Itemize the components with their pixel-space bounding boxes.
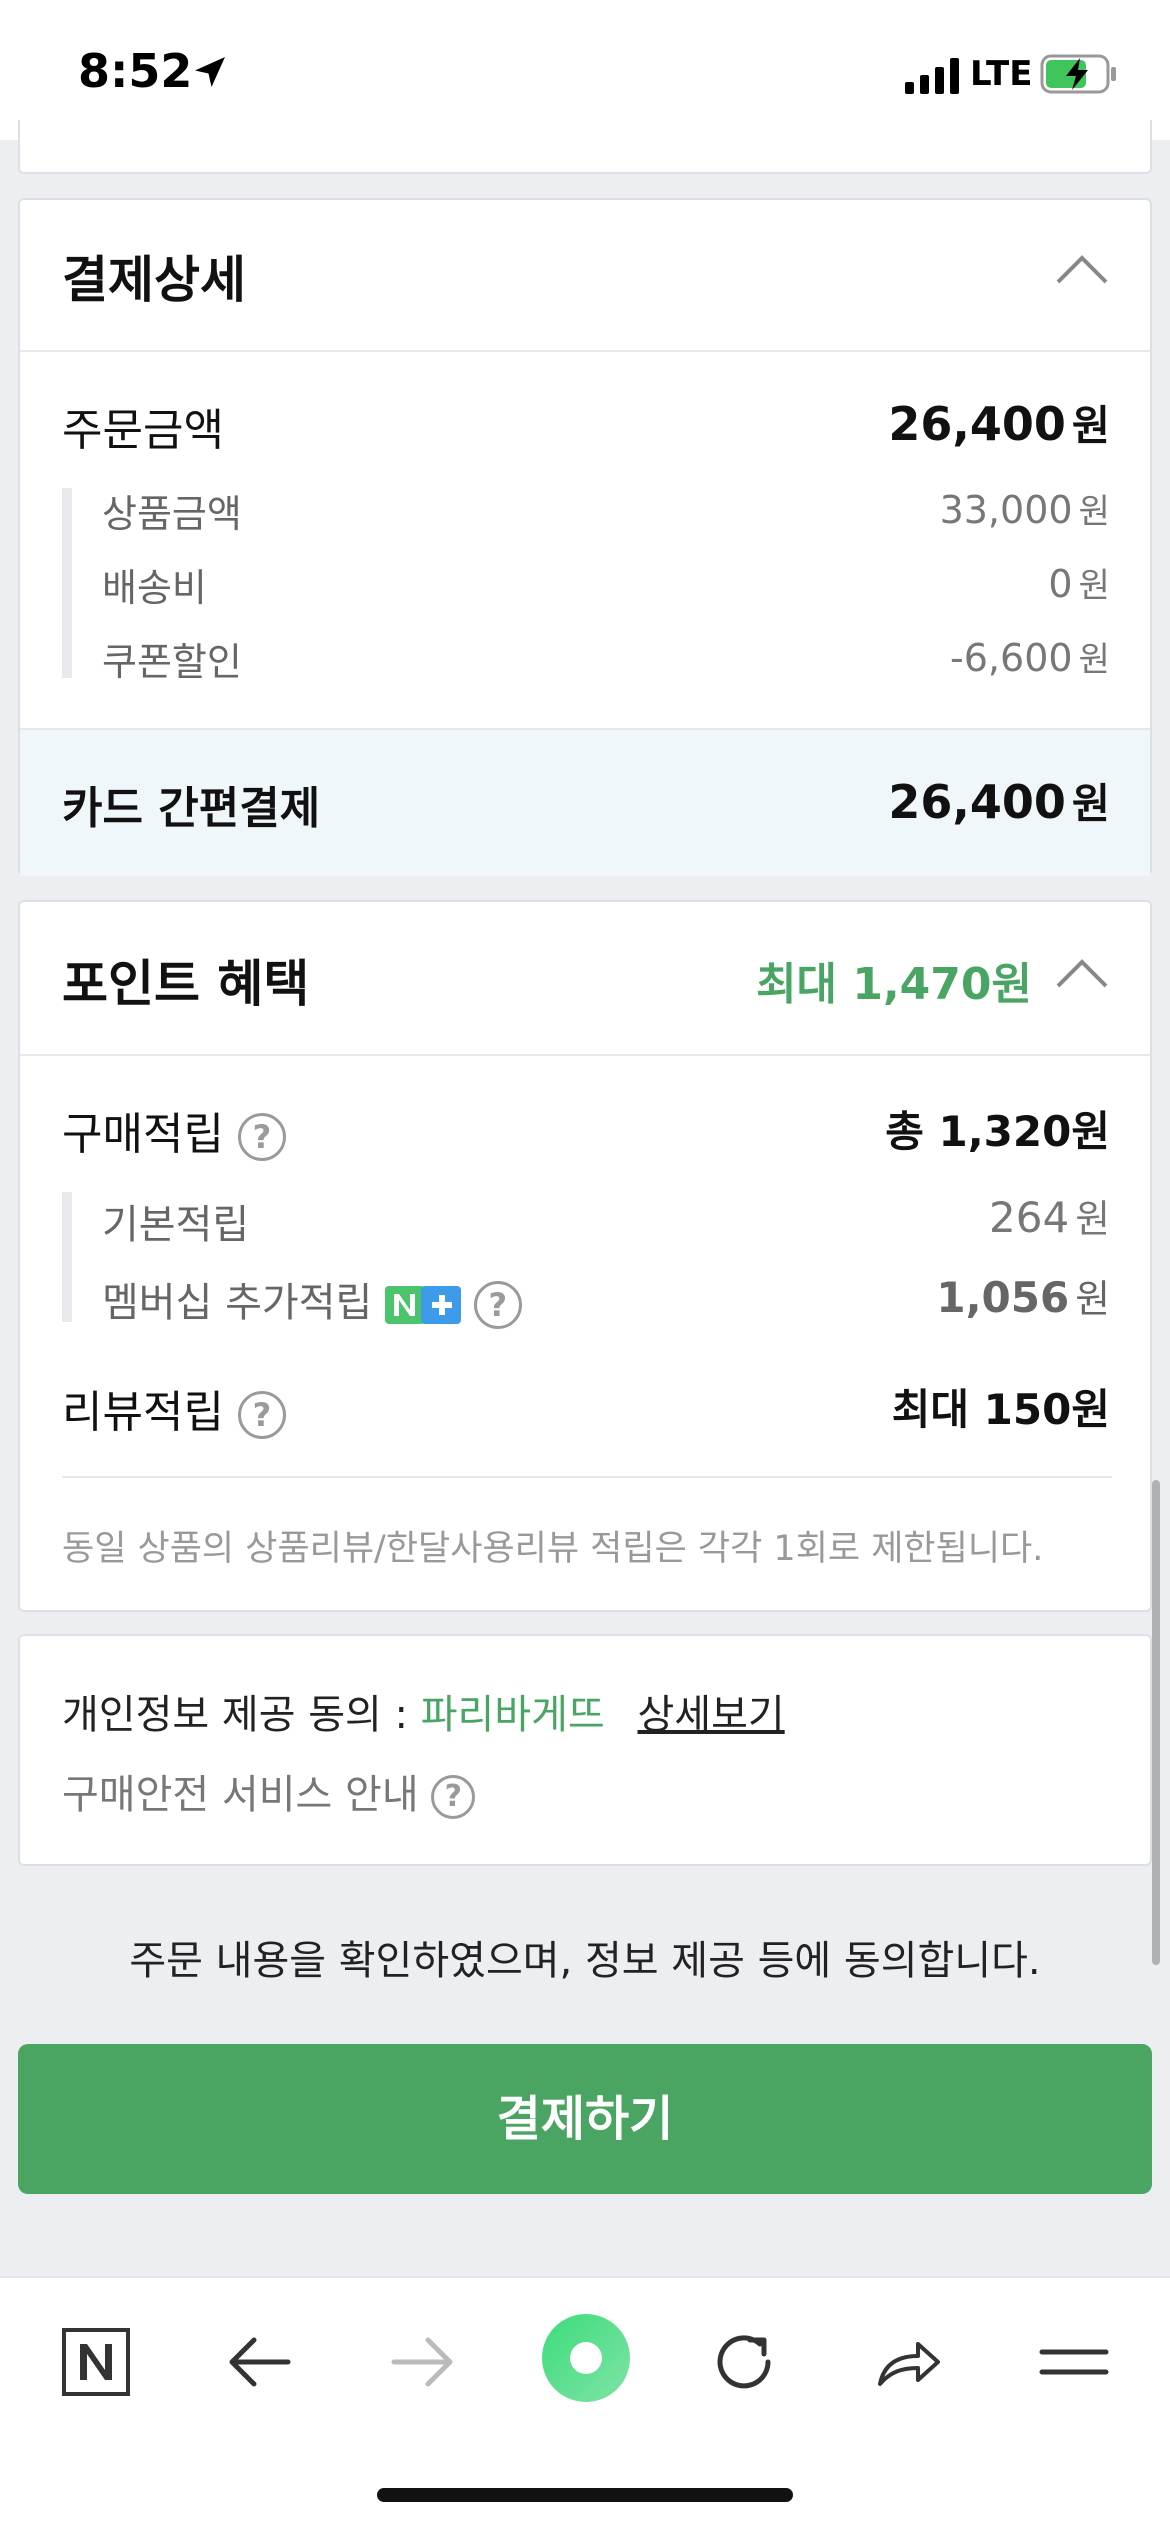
status-bar: 8:52 LTE [0, 0, 1170, 140]
review-point-label: 리뷰적립 ? [62, 1376, 286, 1440]
divider [62, 1476, 1112, 1478]
back-arrow-icon[interactable] [220, 2322, 300, 2402]
detail-link[interactable]: 상세보기 [637, 1692, 784, 1738]
point-benefit-card: 포인트 혜택 최대 1,470원 구매적립 ? 총 1,320원 기본적립 26… [18, 900, 1152, 1612]
scrollbar[interactable] [1152, 1480, 1160, 1965]
privacy-consent-row: 개인정보 제공 동의 : 파리바게뜨 상세보기 [62, 1682, 785, 1740]
seller-name: 파리바게뜨 [420, 1692, 605, 1738]
review-note: 동일 상품의 상품리뷰/한달사용리뷰 적립은 각각 1회로 제한됩니다. [62, 1529, 1044, 1569]
review-point-text: 리뷰적립 [62, 1387, 224, 1438]
naver-plus-badge-icon [385, 1286, 462, 1324]
green-dot-icon[interactable] [540, 2312, 632, 2404]
order-amount-value: 26,400 원 [888, 397, 1110, 451]
forward-arrow-icon[interactable] [382, 2322, 462, 2402]
item-label-coupon: 쿠폰할인 [102, 640, 242, 684]
clock: 8:52 [78, 44, 193, 98]
max-point-label: 최대 1,470원 [756, 959, 1032, 1010]
item-label-shipping: 배송비 [102, 566, 207, 610]
home-indicator [377, 2488, 793, 2502]
privacy-consent-label: 개인정보 제공 동의 : [62, 1692, 409, 1738]
purchase-point-text: 구매적립 [62, 1109, 224, 1160]
help-icon[interactable]: ? [237, 1113, 286, 1161]
share-icon[interactable] [868, 2322, 948, 2402]
reload-icon[interactable] [706, 2322, 786, 2402]
payment-method-row: 카드 간편결제 26,400 원 [20, 728, 1150, 876]
menu-icon[interactable] [1034, 2322, 1114, 2402]
divider [20, 1054, 1150, 1056]
location-arrow-icon [195, 57, 225, 87]
safety-service-row[interactable]: 구매안전 서비스 안내 ? [62, 1762, 476, 1820]
item-label-product: 상품금액 [102, 492, 242, 536]
network-label: LTE [970, 54, 1033, 94]
payment-detail-card: 결제상세 주문금액 26,400 원 상품금액 33,000 원 배송비 0원 쿠폰… [18, 198, 1152, 876]
chevron-up-icon[interactable] [1054, 252, 1110, 286]
item-value-shipping: 0원 [1048, 562, 1110, 606]
chevron-up-icon[interactable] [1054, 956, 1110, 990]
membership-point-label: 멤버십 추가적립 ? [102, 1270, 522, 1329]
payment-method-value: 26,400 원 [888, 775, 1110, 829]
help-icon[interactable]: ? [431, 1775, 476, 1819]
privacy-card: 개인정보 제공 동의 : 파리바게뜨 상세보기 구매안전 서비스 안내 ? [18, 1634, 1152, 1866]
basic-point-label: 기본적립 [102, 1202, 250, 1248]
help-icon[interactable]: ? [237, 1391, 286, 1439]
agreement-text: 주문 내용을 확인하였으며, 정보 제공 등에 동의합니다. [129, 1938, 1041, 1984]
payment-method-label: 카드 간편결제 [62, 783, 321, 834]
item-value-coupon: -6,600 원 [950, 636, 1110, 680]
order-amount-label: 주문금액 [62, 405, 224, 456]
purchase-point-label: 구매적립 ? [62, 1098, 286, 1162]
divider [20, 350, 1150, 352]
payment-detail-title: 결제상세 [62, 251, 246, 309]
battery-charging-icon [1040, 54, 1116, 94]
signal-icon [905, 58, 959, 94]
purchase-point-total: 총 1,320원 [885, 1107, 1110, 1156]
membership-point-text: 멤버십 추가적립 [102, 1280, 373, 1326]
safety-service-label: 구매안전 서비스 안내 [62, 1772, 419, 1818]
previous-card-bottom [18, 120, 1152, 174]
membership-point-value: 1,056 원 [936, 1273, 1110, 1322]
sub-items-bar [62, 1192, 72, 1322]
sub-items-bar [62, 488, 72, 678]
pay-button[interactable]: 결제하기 [18, 2044, 1152, 2194]
basic-point-value: 264 원 [989, 1193, 1110, 1242]
review-point-value: 최대 150원 [891, 1385, 1110, 1434]
naver-home-icon[interactable] [56, 2322, 136, 2402]
item-value-product: 33,000 원 [939, 488, 1110, 532]
help-icon[interactable]: ? [473, 1281, 522, 1329]
point-benefit-title: 포인트 혜택 [62, 955, 310, 1013]
